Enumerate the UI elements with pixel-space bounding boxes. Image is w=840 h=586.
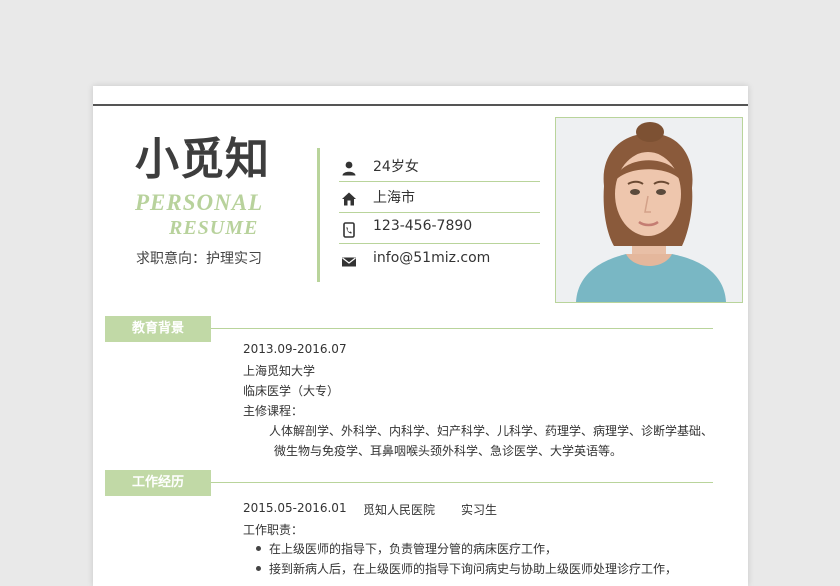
duty-bullet — [256, 566, 261, 571]
contact-phone-text: 123-456-7890 — [373, 218, 473, 234]
candidate-name: 小觅知 — [135, 134, 270, 185]
work-duties-label: 工作职责： — [243, 523, 304, 537]
divider-bar — [317, 148, 320, 282]
mail-icon — [342, 257, 356, 267]
contact-email-text: info@51miz.com — [373, 250, 491, 266]
education-courses-label: 主修课程： — [243, 404, 304, 418]
personal-title: PERSONAL — [135, 190, 264, 215]
resume-page: 小觅知 PERSONAL RESUME 求职意向：护理实习 24岁女 上海市 1… — [93, 86, 748, 586]
person-icon — [342, 161, 356, 176]
education-rule — [211, 328, 713, 329]
work-duty-2: 接到新病人后，在上级医师的指导下询问病史与协助上级医师处理诊疗工作， — [269, 562, 678, 576]
job-objective: 求职意向：护理实习 — [136, 251, 262, 267]
duty-bullet — [256, 546, 261, 551]
phone-icon — [343, 222, 355, 238]
work-section-title: 工作经历 — [105, 470, 211, 496]
education-courses-line1: 人体解剖学、外科学、内科学、妇产科学、儿科学、药理学、病理学、诊断学基础、 — [269, 424, 714, 438]
education-section-title: 教育背景 — [105, 316, 211, 342]
profile-photo — [555, 117, 743, 303]
portrait-image — [556, 118, 742, 302]
contact-row-age: 24岁女 — [339, 152, 540, 182]
work-period: 2015.05-2016.01 — [243, 501, 347, 515]
education-school: 上海觅知大学 — [243, 364, 316, 378]
contact-row-city: 上海市 — [339, 183, 540, 213]
work-company: 觅知人民医院 — [363, 503, 436, 517]
home-icon — [342, 192, 356, 206]
education-period: 2013.09-2016.07 — [243, 342, 347, 356]
education-courses-line2: 微生物与免疫学、耳鼻咽喉头颈外科学、急诊医学、大学英语等。 — [274, 444, 623, 458]
work-rule — [211, 482, 713, 483]
work-duty-1: 在上级医师的指导下，负责管理分管的病床医疗工作， — [269, 542, 558, 556]
resume-title: RESUME — [169, 217, 259, 239]
work-position: 实习生 — [461, 503, 498, 517]
contact-row-email: info@51miz.com — [339, 246, 540, 276]
contact-city-text: 上海市 — [373, 190, 415, 206]
education-major: 临床医学（大专） — [243, 384, 340, 398]
contact-row-phone: 123-456-7890 — [339, 214, 540, 244]
contact-age-text: 24岁女 — [373, 159, 419, 175]
top-rule — [93, 104, 748, 106]
